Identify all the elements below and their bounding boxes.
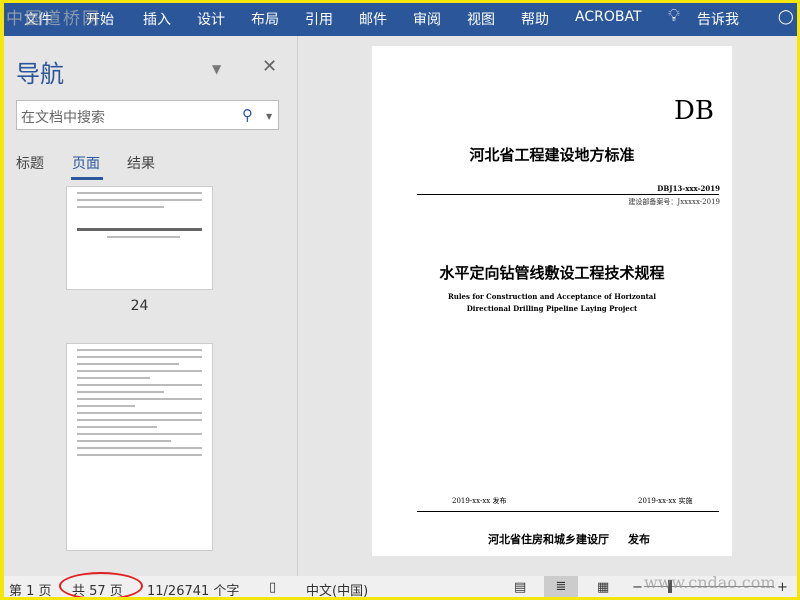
implementation-date: 2019-xx-xx 实施 [638, 497, 693, 505]
highlight-circle [59, 572, 143, 597]
document-page[interactable]: DB 河北省工程建设地方标准 DBJ13-xxx-2019 建设部备案号：Jxx… [372, 46, 732, 556]
db-mark: DB [674, 96, 714, 126]
tab-design[interactable]: 设计 [197, 9, 225, 29]
language[interactable]: 中文(中国) [306, 580, 368, 597]
standard-code: DBJ13-xxx-2019 [657, 184, 720, 193]
page-thumbnail[interactable] [66, 186, 213, 290]
search-options-icon[interactable]: ▼ [266, 112, 272, 121]
tab-results[interactable]: 结果 [127, 153, 155, 173]
tab-pages[interactable]: 页面 [72, 153, 100, 173]
page-indicator[interactable]: 第 1 页 [9, 580, 52, 597]
tab-acrobat[interactable]: ACROBAT [575, 9, 642, 25]
navigation-pane: 导航 ▼ ✕ 在文档中搜索 ⚲ ▼ 标题 页面 结果 24 [4, 36, 298, 576]
site-watermark: www.cndao.com [644, 573, 776, 592]
release-date: 2019-xx-xx 发布 [452, 497, 507, 505]
user-icon[interactable]: ◯ [778, 9, 794, 25]
word-count[interactable]: 11/26741 个字 [147, 580, 239, 597]
zoom-out-button[interactable]: − [632, 580, 643, 595]
print-layout-icon[interactable]: ≣ [544, 576, 578, 597]
active-tab-underline [71, 177, 103, 180]
publish-label: 发布 [628, 533, 650, 546]
header-rule [417, 194, 719, 195]
zoom-in-button[interactable]: + [777, 580, 788, 595]
search-input[interactable]: 在文档中搜索 [16, 100, 279, 130]
org-title: 河北省工程建设地方标准 [469, 146, 635, 164]
close-icon[interactable]: ✕ [262, 56, 277, 77]
tab-help[interactable]: 帮助 [521, 9, 549, 29]
tab-review[interactable]: 审阅 [413, 9, 441, 29]
footer-rule [417, 511, 719, 512]
record-number: 建设部备案号：Jxxxxx-2019 [628, 198, 720, 206]
nav-options-dropdown-icon[interactable]: ▼ [212, 62, 221, 76]
tell-me[interactable]: 告诉我 [697, 9, 739, 29]
nav-title: 导航 [16, 60, 64, 88]
web-layout-icon[interactable]: ▦ [597, 580, 609, 595]
status-bar: 第 1 页 共 57 页 11/26741 个字 ▯ 中文(中国) ▤ ≣ ▦ … [4, 572, 797, 597]
tab-references[interactable]: 引用 [305, 9, 333, 29]
tab-headings[interactable]: 标题 [16, 153, 44, 173]
read-mode-icon[interactable]: ▤ [514, 580, 526, 595]
tab-mailings[interactable]: 邮件 [359, 9, 387, 29]
publisher: 河北省住房和城乡建设厅 [488, 533, 609, 546]
tab-view[interactable]: 视图 [467, 9, 495, 29]
search-icon[interactable]: ⚲ [242, 106, 253, 124]
site-watermark-logo: 中国道桥网 [6, 9, 101, 29]
proofing-icon[interactable]: ▯ [269, 580, 276, 595]
tab-layout[interactable]: 布局 [251, 9, 279, 29]
document-title: 水平定向钻管线敷设工程技术规程 [439, 264, 665, 282]
ribbon-tabs: 文件 开始 插入 设计 布局 引用 邮件 审阅 视图 帮助 ACROBAT 💡︎… [4, 3, 797, 36]
english-title-line-2: Directional Drilling Pipeline Laying Pro… [466, 304, 638, 313]
word-window: 文件 开始 插入 设计 布局 引用 邮件 审阅 视图 帮助 ACROBAT 💡︎… [4, 3, 797, 597]
lightbulb-icon[interactable]: 💡︎ [668, 6, 680, 26]
tab-insert[interactable]: 插入 [143, 9, 171, 29]
english-title-line-1: Rules for Construction and Acceptance of… [447, 292, 656, 301]
thumbnail-page-number: 24 [130, 298, 149, 314]
page-thumbnail[interactable] [66, 343, 213, 551]
